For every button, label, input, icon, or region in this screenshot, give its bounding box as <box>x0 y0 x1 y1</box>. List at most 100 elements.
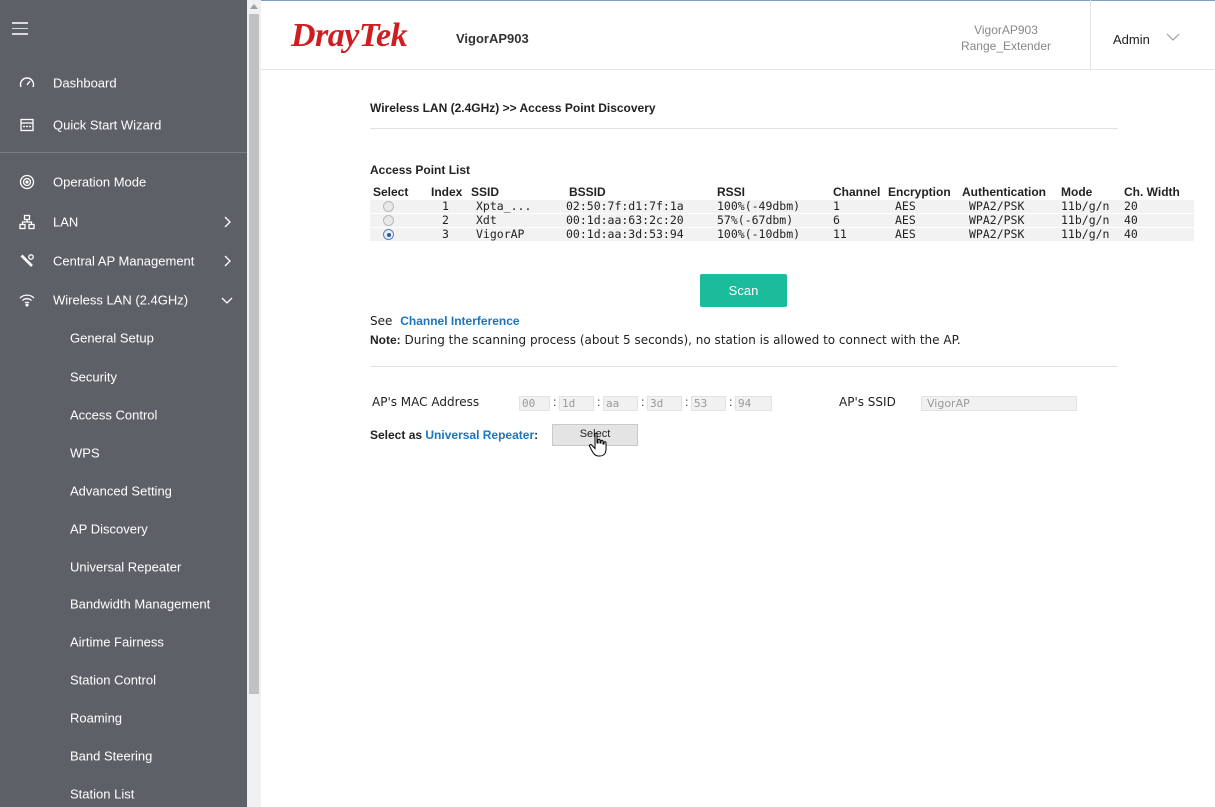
ap-ssid-field[interactable]: VigorAP <box>921 396 1077 411</box>
table-row[interactable]: 1 Xpta_... 02:50:7f:d1:7f:1a 100%(-49dbm… <box>370 200 1194 214</box>
sidebar-subitem-access-control[interactable]: Access Control <box>0 400 247 430</box>
hamburger-menu-icon[interactable] <box>12 22 28 36</box>
logo-dray: Dray <box>291 17 359 54</box>
sidebar-subitem-label: Security <box>70 369 117 385</box>
section-title: Access Point List <box>370 163 471 177</box>
col-header-channel: Channel <box>833 185 881 199</box>
ch-width-cell: 40 <box>1121 227 1194 242</box>
bssid-cell: 02:50:7f:d1:7f:1a <box>566 200 714 214</box>
sidebar-item-dashboard[interactable]: Dashboard <box>0 68 247 98</box>
sidebar-subitem-band-steering[interactable]: Band Steering <box>0 741 247 771</box>
ap-ssid-label: AP's SSID <box>839 395 896 409</box>
sidebar-item-label: Central AP Management <box>53 253 195 269</box>
sidebar-item-quick-start-wizard[interactable]: Quick Start Wizard <box>0 110 247 140</box>
sidebar-subitem-label: Roaming <box>70 710 123 726</box>
breadcrumb: Wireless LAN (2.4GHz) >> Access Point Di… <box>370 101 656 115</box>
scan-button[interactable]: Scan <box>700 274 787 307</box>
mac-octet-4-field[interactable]: 3d <box>647 396 682 411</box>
sidebar-subitem-general-setup[interactable]: General Setup <box>0 323 247 353</box>
sidebar-subitem-label: Station Control <box>70 672 156 688</box>
ch-width-cell: 40 <box>1121 213 1194 228</box>
channel-interference-link[interactable]: Channel Interference <box>400 314 519 328</box>
mac-octet-5-field[interactable]: 53 <box>691 396 726 411</box>
sidebar-subitem-label: Access Control <box>70 407 158 423</box>
sidebar-subitem-label: Advanced Setting <box>70 483 172 499</box>
table-header-row: Select Index SSID BSSID RSSI Channel Enc… <box>370 184 1194 200</box>
col-header-ssid: SSID <box>471 185 500 199</box>
authentication-cell: WPA2/PSK <box>959 213 1058 228</box>
select-cell[interactable] <box>370 200 428 214</box>
sidebar-item-label: Operation Mode <box>53 174 147 190</box>
sidebar-item-wireless-lan[interactable]: Wireless LAN (2.4GHz) <box>0 285 247 315</box>
chevron-down-icon <box>221 297 233 304</box>
mode-icon <box>18 173 36 191</box>
mac-octet-6-field[interactable]: 94 <box>735 396 772 411</box>
network-icon <box>18 213 36 231</box>
sidebar-subitem-airtime-fairness[interactable]: Airtime Fairness <box>0 627 247 657</box>
select-cell[interactable] <box>370 227 428 242</box>
note-label: Note: <box>370 333 401 347</box>
ssid-cell: Xdt <box>468 213 566 228</box>
sidebar-subitem-ap-discovery[interactable]: AP Discovery <box>0 514 247 544</box>
sidebar-subitem-bandwidth-management[interactable]: Bandwidth Management <box>0 589 247 619</box>
sidebar-item-label: Dashboard <box>53 75 117 91</box>
access-point-table: Select Index SSID BSSID RSSI Channel Enc… <box>370 184 1194 242</box>
sidebar-scrollbar[interactable] <box>247 0 261 807</box>
chevron-down-icon[interactable] <box>1166 32 1180 42</box>
divider <box>370 366 1118 367</box>
channel-cell: 1 <box>830 200 885 214</box>
mac-octet-1-field[interactable]: 00 <box>519 396 550 411</box>
ssid-cell: VigorAP <box>468 227 566 242</box>
authentication-cell: WPA2/PSK <box>959 227 1058 242</box>
select-cell[interactable] <box>370 213 428 228</box>
sidebar-subitem-label: Airtime Fairness <box>70 634 164 650</box>
col-header-ch-width: Ch. Width <box>1124 185 1180 199</box>
sidebar-subitem-wps[interactable]: WPS <box>0 438 247 468</box>
sidebar-subitem-label: General Setup <box>70 330 154 346</box>
col-header-index: Index <box>431 185 463 199</box>
sidebar-subitem-roaming[interactable]: Roaming <box>0 703 247 733</box>
sidebar-subitem-security[interactable]: Security <box>0 362 247 392</box>
bssid-cell: 00:1d:aa:63:2c:20 <box>566 213 714 228</box>
gauge-icon <box>18 74 36 92</box>
sidebar-subitem-station-control[interactable]: Station Control <box>0 665 247 695</box>
scrollbar-thumb[interactable] <box>249 14 259 694</box>
universal-repeater-link[interactable]: Universal Repeater <box>425 428 534 442</box>
col-header-select: Select <box>373 185 409 199</box>
channel-cell: 6 <box>830 213 885 228</box>
rssi-cell: 100%(-49dbm) <box>714 200 830 214</box>
encryption-cell: AES <box>885 227 959 242</box>
sidebar-subitem-label: WPS <box>70 445 100 461</box>
draytek-logo: DrayTek <box>291 17 408 55</box>
sidebar-subitem-advanced-setting[interactable]: Advanced Setting <box>0 476 247 506</box>
table-row[interactable]: 2 Xdt 00:1d:aa:63:2c:20 57%(-67dbm) 6 AE… <box>370 213 1194 228</box>
sidebar-item-operation-mode[interactable]: Operation Mode <box>0 167 247 197</box>
channel-cell: 11 <box>830 227 885 242</box>
note-line: Note: During the scanning process (about… <box>370 333 961 347</box>
scroll-up-arrow-icon[interactable] <box>250 4 258 9</box>
table-row[interactable]: 3 VigorAP 00:1d:aa:3d:53:94 100%(-10dbm)… <box>370 227 1194 242</box>
encryption-cell: AES <box>885 213 959 228</box>
select-radio[interactable] <box>383 201 394 212</box>
user-menu[interactable]: Admin <box>1113 32 1150 47</box>
sidebar-subitem-universal-repeater[interactable]: Universal Repeater <box>0 552 247 582</box>
mac-separator: : <box>553 395 557 409</box>
mac-octet-3-field[interactable]: aa <box>603 396 638 411</box>
device-name-line2: Range_Extender <box>960 39 1052 53</box>
sidebar-item-central-ap-management[interactable]: Central AP Management <box>0 246 247 276</box>
wifi-icon <box>18 291 36 309</box>
sidebar-item-label: Wireless LAN (2.4GHz) <box>53 292 189 308</box>
hand-cursor-icon <box>588 432 607 457</box>
ssid-cell: Xpta_... <box>468 200 566 214</box>
mac-octet-2-field[interactable]: 1d <box>559 396 594 411</box>
select-radio[interactable] <box>383 215 394 226</box>
repeater-prefix: Select as <box>370 428 423 442</box>
mode-cell: 11b/g/n <box>1058 227 1121 242</box>
universal-repeater-line: Select as Universal Repeater: <box>370 428 538 442</box>
rssi-cell: 100%(-10dbm) <box>714 227 830 242</box>
sidebar-subitem-station-list[interactable]: Station List <box>0 779 247 807</box>
col-header-rssi: RSSI <box>717 185 746 199</box>
select-radio-checked[interactable] <box>383 229 394 240</box>
sidebar-item-label: LAN <box>53 214 79 230</box>
sidebar-item-lan[interactable]: LAN <box>0 207 247 237</box>
